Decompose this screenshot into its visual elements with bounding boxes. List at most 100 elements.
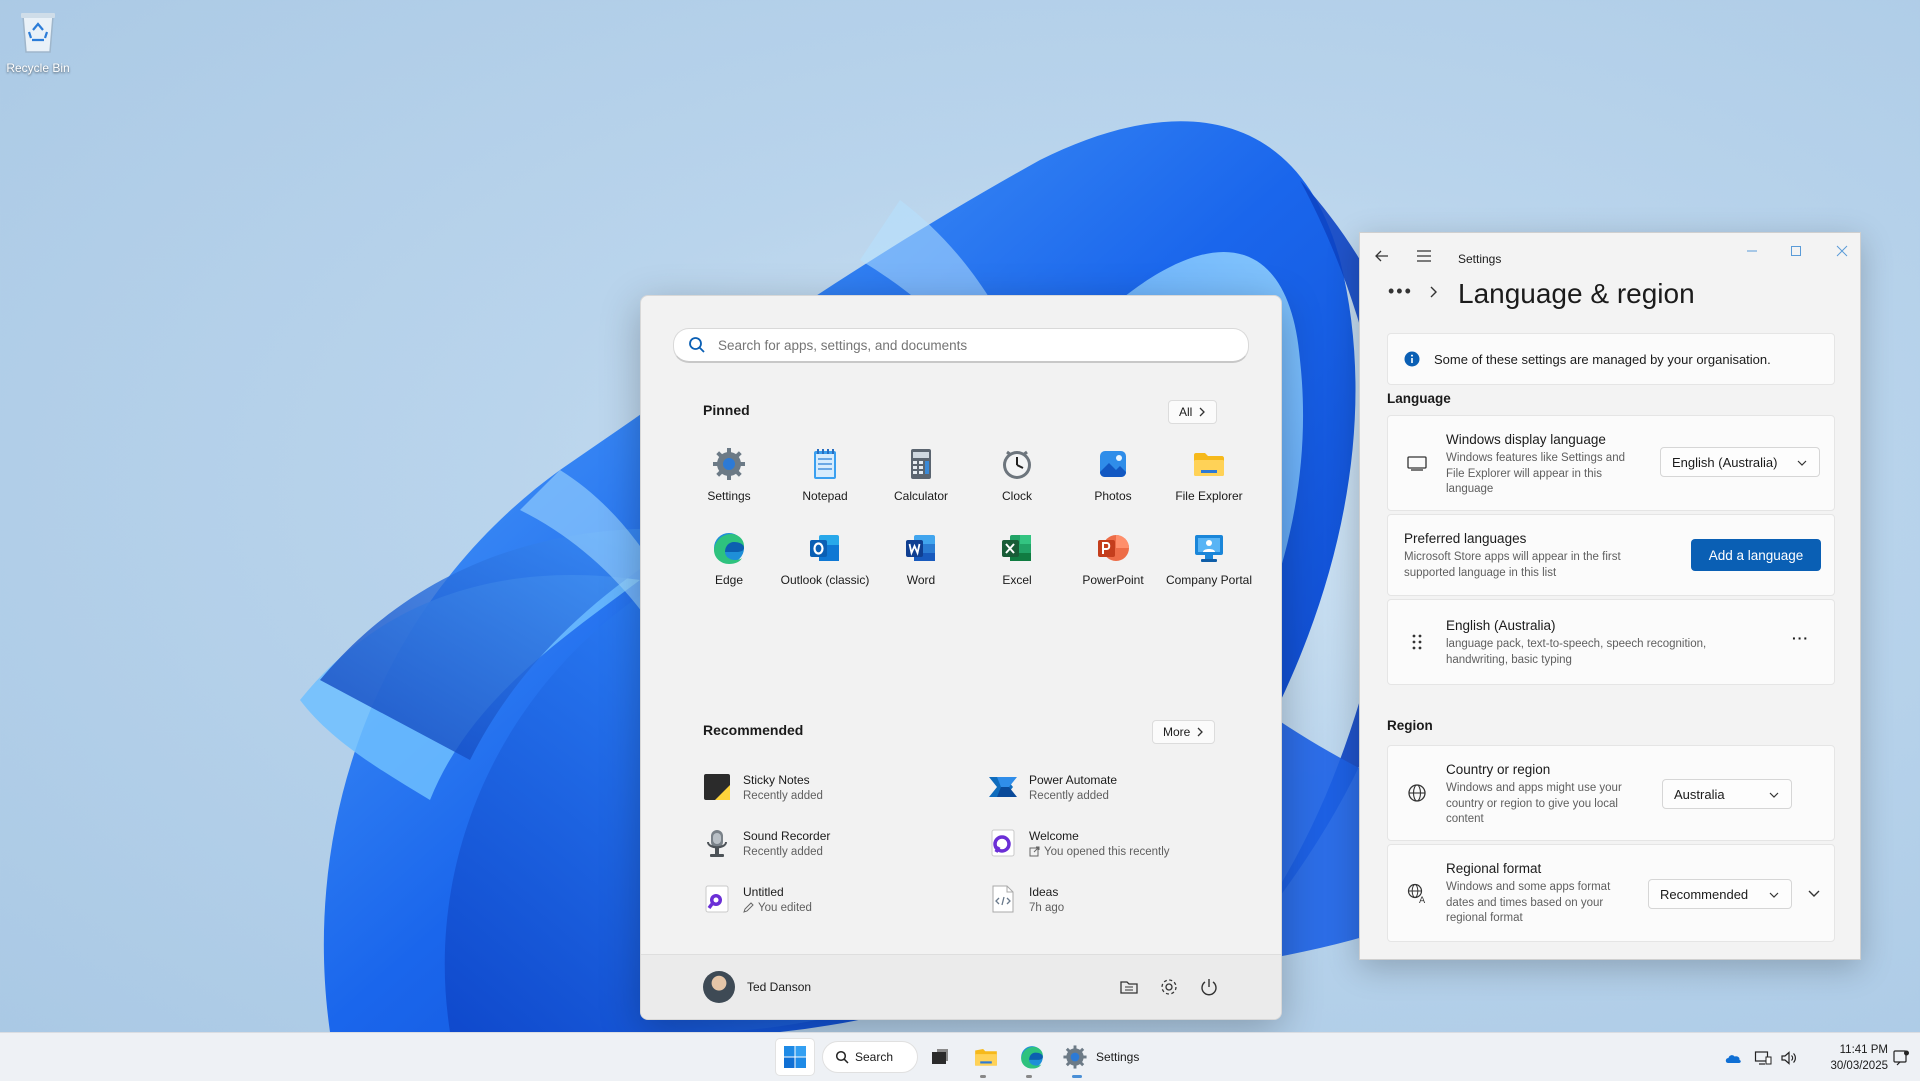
chevron-right-icon [1430, 286, 1437, 297]
all-apps-button[interactable]: All [1168, 400, 1218, 424]
open-external-icon [1029, 846, 1040, 857]
info-message: Some of these settings are managed by yo… [1434, 351, 1771, 367]
recommended-subtitle: 7h ago [1029, 901, 1065, 914]
desc-line: country or region to give you local [1446, 797, 1618, 810]
close-icon[interactable] [1832, 241, 1852, 261]
recommended-title: Power Automate [1029, 772, 1118, 787]
installed-language-row[interactable]: English (Australia) language pack, text-… [1387, 599, 1835, 685]
company-portal-icon [1195, 535, 1223, 562]
maximize-icon[interactable] [1786, 241, 1806, 261]
pinned-app-label: Outlook (classic) [780, 573, 870, 587]
clock-date: 30/03/2025 [1830, 1060, 1888, 1072]
pencil-icon [743, 902, 754, 913]
pinned-app-calculator[interactable]: Calculator [873, 442, 969, 508]
desc-line: File Explorer will appear in this [1446, 467, 1602, 480]
desc-line: dates and times based on your [1446, 896, 1604, 909]
chevron-down-icon [1797, 460, 1807, 466]
notification-icon[interactable] [1892, 1049, 1910, 1067]
pinned-app-label: Edge [714, 573, 744, 587]
country-region-dropdown[interactable]: Australia [1662, 779, 1792, 809]
taskbar-file-explorer[interactable] [970, 1041, 1002, 1073]
display-language-description: Windows features like Settings and File … [1446, 451, 1625, 498]
add-language-button[interactable]: Add a language [1691, 539, 1821, 571]
taskbar-settings-label: Settings [1096, 1050, 1140, 1064]
settings-gear-icon [713, 448, 745, 480]
volume-icon[interactable] [1780, 1049, 1798, 1067]
regional-format-description: Windows and some apps format dates and t… [1446, 880, 1610, 927]
expand-chevron-icon[interactable] [1808, 887, 1820, 899]
pinned-app-label: Notepad [802, 489, 848, 503]
settings-titlebar[interactable]: Settings [1360, 233, 1860, 273]
start-search-input[interactable] [716, 336, 1248, 354]
taskbar-settings-app[interactable]: Settings [1062, 1041, 1139, 1073]
power-icon[interactable] [1199, 977, 1219, 997]
folder-icon [1194, 453, 1224, 476]
pinned-app-word[interactable]: Word [873, 526, 969, 592]
pinned-app-edge[interactable]: Edge [681, 526, 777, 592]
pinned-app-photos[interactable]: Photos [1065, 442, 1161, 508]
recommended-item-welcome[interactable]: Welcome You opened this recently [987, 822, 1221, 864]
recommended-item-ideas[interactable]: Ideas 7h ago [987, 878, 1221, 920]
start-footer: Ted Danson [641, 954, 1281, 1019]
pinned-app-outlook-classic[interactable]: Outlook (classic) [777, 526, 873, 592]
more-recommended-button[interactable]: More [1152, 720, 1216, 744]
region-section-title: Region [1387, 718, 1433, 733]
minimize-icon[interactable] [1742, 241, 1762, 261]
start-button[interactable] [776, 1039, 814, 1075]
pinned-app-powerpoint[interactable]: PowerPoint [1065, 526, 1161, 592]
drag-handle-icon[interactable] [1406, 631, 1428, 653]
display-language-title: Windows display language [1446, 432, 1606, 447]
running-indicator [1026, 1075, 1032, 1078]
desc-line: Microsoft Store apps will appear in the … [1404, 551, 1621, 563]
onedrive-cloud-icon[interactable] [1724, 1049, 1742, 1067]
edge-icon [1021, 1046, 1043, 1069]
power-automate-icon [989, 777, 1017, 797]
task-view-button[interactable] [924, 1041, 956, 1073]
recommended-item-sound-recorder[interactable]: Sound Recorder Recently added [701, 822, 987, 864]
desc-line: language [1446, 483, 1494, 495]
taskbar-search-button[interactable]: Search [822, 1041, 918, 1073]
country-region-description: Windows and apps might use your country … [1446, 781, 1622, 828]
breadcrumb-overflow-button[interactable]: ••• [1388, 281, 1413, 302]
display-language-dropdown[interactable]: English (Australia) [1660, 447, 1820, 477]
recommended-title: Sticky Notes [743, 772, 810, 787]
hamburger-menu-icon[interactable] [1416, 248, 1432, 264]
recommended-item-sticky-notes[interactable]: Sticky Notes Recently added [701, 766, 987, 808]
recommended-item-power-automate[interactable]: Power Automate Recently added [987, 766, 1221, 808]
recycle-bin-icon [21, 13, 55, 53]
pinned-app-settings[interactable]: Settings [681, 442, 777, 508]
pinned-app-notepad[interactable]: Notepad [777, 442, 873, 508]
recycle-bin-shortcut[interactable]: Recycle Bin [4, 8, 72, 75]
language-format-icon: A [1407, 883, 1426, 904]
pinned-app-clock[interactable]: Clock [969, 442, 1065, 508]
pinned-app-file-explorer[interactable]: File Explorer [1161, 442, 1257, 508]
start-search-box[interactable] [673, 328, 1249, 363]
running-indicator [1072, 1075, 1082, 1078]
user-account-button[interactable]: Ted Danson [703, 971, 811, 1003]
recommended-title: Sound Recorder [743, 828, 831, 843]
taskbar-clock[interactable]: 11:41 PM 30/03/2025 [1808, 1042, 1888, 1074]
edge-icon [714, 533, 744, 564]
back-arrow-icon[interactable] [1374, 248, 1390, 264]
page-title: Language & region [1458, 278, 1695, 309]
chevron-right-icon [1199, 407, 1206, 417]
documents-folder-icon[interactable] [1119, 977, 1139, 997]
regional-format-dropdown[interactable]: Recommended [1648, 879, 1792, 909]
running-indicator [980, 1075, 986, 1078]
taskbar-edge[interactable] [1016, 1041, 1048, 1073]
all-apps-label: All [1179, 405, 1193, 419]
photos-icon [1100, 451, 1126, 477]
language-options-button[interactable]: ··· [1792, 630, 1809, 646]
search-icon [689, 337, 705, 353]
folder-icon [975, 1049, 997, 1066]
settings-gear-icon[interactable] [1159, 977, 1179, 997]
regional-format-card[interactable]: A Regional format Windows and some apps … [1387, 844, 1835, 942]
pinned-app-excel[interactable]: Excel [969, 526, 1065, 592]
preferred-languages-title: Preferred languages [1404, 531, 1527, 546]
recommended-subtitle: Recently added [743, 845, 823, 858]
installed-language-description: language pack, text-to-speech, speech re… [1446, 637, 1706, 668]
network-icon[interactable] [1754, 1049, 1772, 1067]
recommended-item-untitled[interactable]: Untitled You edited [701, 878, 987, 920]
pinned-app-company-portal[interactable]: Company Portal [1161, 526, 1257, 592]
taskbar: Search Settings 11:41 PM 30/03/2025 [0, 1032, 1920, 1081]
